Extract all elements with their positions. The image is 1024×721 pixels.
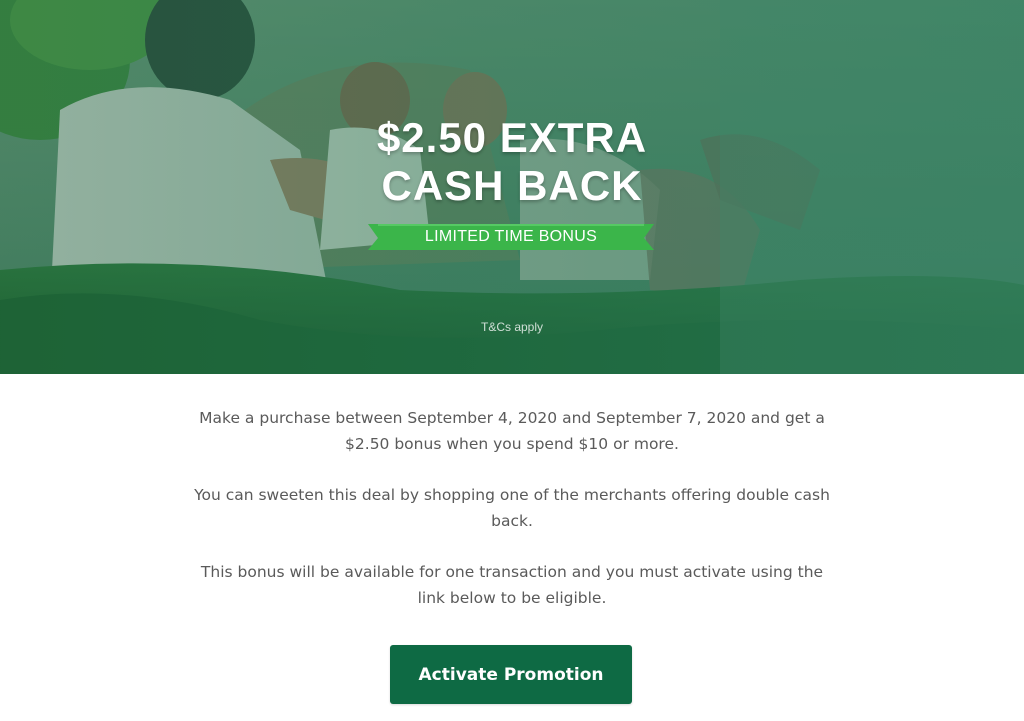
activate-promotion-button[interactable]: Activate Promotion <box>390 645 632 704</box>
double-cash-back-text: You can sweeten this deal by shopping on… <box>194 486 830 530</box>
hero-banner: $2.50 EXTRA CASH BACK LIMITED TIME BONUS… <box>0 0 1024 374</box>
promo-details-text: Make a purchase between September 4, 202… <box>199 409 825 453</box>
headline-amount: $2.50 EXTRA <box>376 114 648 161</box>
terms-link[interactable]: T&Cs apply <box>0 320 1024 334</box>
activation-note-text: This bonus will be available for one tra… <box>200 563 824 607</box>
limited-time-ribbon: LIMITED TIME BONUS <box>368 222 654 252</box>
ribbon-label: LIMITED TIME BONUS <box>424 228 598 245</box>
headline-cash-back: CASH BACK <box>381 162 643 209</box>
